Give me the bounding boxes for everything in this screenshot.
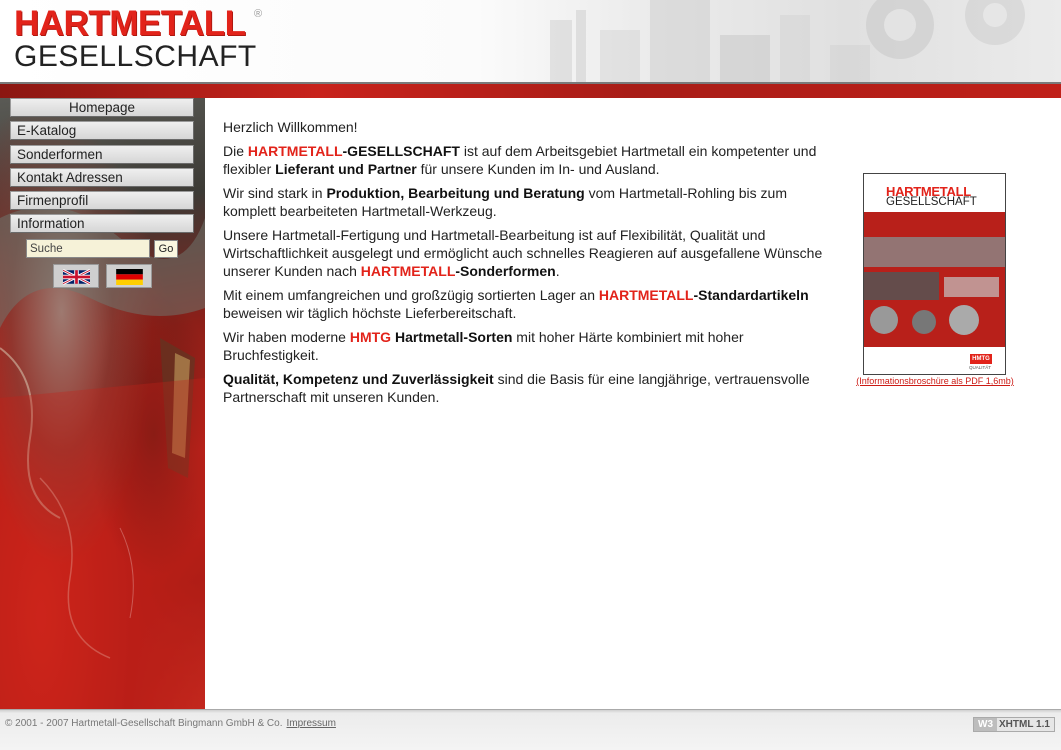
w3-icon: W3 — [974, 718, 997, 731]
nav-item-e-katalog[interactable]: E-Katalog — [10, 121, 194, 141]
header-tools-image — [550, 0, 1025, 82]
page-footer: © 2001 - 2007 Hartmetall-Gesellschaft Bi… — [0, 709, 1061, 750]
nav-item-sonderformen[interactable]: Sonderformen — [10, 144, 194, 164]
header-divider-band — [0, 82, 1061, 98]
brochure-pdf-link[interactable]: (Informationsbroschüre als PDF 1,6mb) — [843, 376, 1027, 386]
grades-paragraph: Wir haben moderne HMTG Hartmetall-Sorten… — [223, 329, 744, 363]
language-german-button[interactable] — [106, 264, 152, 288]
brochure-hmtg-badge: HMTG — [970, 354, 992, 364]
site-logo[interactable]: HARTMETALL GESELLSCHAFT ® — [14, 4, 262, 73]
quality-paragraph: Qualität, Kompetenz und Zuverlässigkeit … — [223, 371, 810, 405]
footer-copyright: © 2001 - 2007 Hartmetall-Gesellschaft Bi… — [5, 718, 336, 729]
nav-item-firmenprofil[interactable]: Firmenprofil — [10, 191, 194, 211]
nav-item-information[interactable]: Information — [10, 214, 194, 234]
strengths-paragraph: Wir sind stark in Produktion, Bearbeitun… — [223, 185, 787, 219]
page-header: HARTMETALL GESELLSCHAFT ® — [0, 0, 1061, 82]
special-forms-paragraph: Unsere Hartmetall-Fertigung und Hartmeta… — [223, 227, 823, 279]
german-flag-icon — [116, 269, 143, 285]
language-english-button[interactable] — [53, 264, 99, 288]
brochure-logo-subtitle: GESELLSCHAFT — [886, 196, 977, 208]
search-form: Go — [26, 239, 186, 259]
logo-subtitle-text: GESELLSCHAFT — [14, 40, 257, 73]
greeting-heading: Herzlich Willkommen! — [223, 119, 358, 135]
nav-item-homepage[interactable]: Homepage — [10, 98, 194, 117]
welcome-text: Herzlich Willkommen! Die HARTMETALL-GESE… — [223, 118, 828, 412]
search-input[interactable] — [26, 239, 150, 258]
uk-flag-icon — [63, 269, 90, 285]
logo-brand-text: HARTMETALL — [14, 4, 246, 43]
w3c-xhtml-badge[interactable]: W3 XHTML 1.1 — [973, 717, 1055, 732]
nav-item-kontakt-adressen[interactable]: Kontakt Adressen — [10, 167, 194, 187]
sidebar: Homepage E-Katalog Sonderformen Kontakt … — [0, 98, 205, 709]
main-content-area: Herzlich Willkommen! Die HARTMETALL-GESE… — [205, 98, 1061, 709]
main-navigation: Homepage E-Katalog Sonderformen Kontakt … — [10, 98, 194, 238]
brochure-quality-text: QUALITÄT — [969, 365, 992, 370]
intro-paragraph: Die HARTMETALL-GESELLSCHAFT ist auf dem … — [223, 143, 817, 177]
impressum-link[interactable]: Impressum — [287, 718, 336, 729]
stock-paragraph: Mit einem umfangreichen und großzügig so… — [223, 287, 809, 321]
registered-mark: ® — [254, 8, 263, 20]
brochure-tools-photo — [864, 212, 1005, 347]
brochure-cover-image[interactable]: HARTMETALL GESELLSCHAFT HMTG QUALITÄT — [863, 173, 1006, 375]
search-go-button[interactable]: Go — [154, 240, 178, 258]
